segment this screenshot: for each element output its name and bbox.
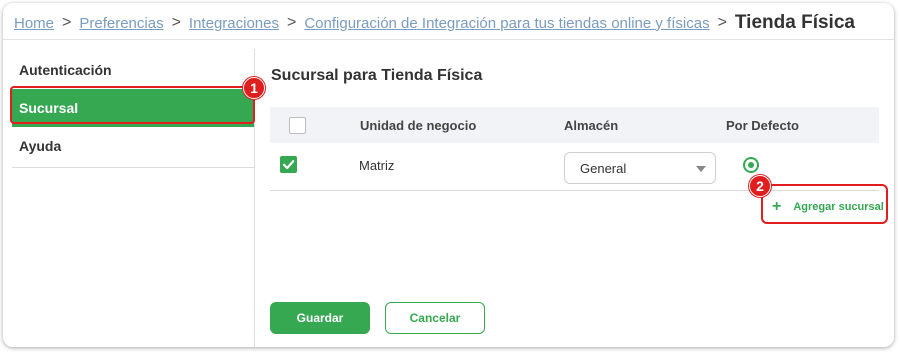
row-checkbox[interactable]: [280, 156, 297, 173]
breadcrumb-separator-icon: >: [62, 14, 72, 31]
sidebar-item-autenticacion[interactable]: Autenticación: [12, 51, 255, 89]
column-header-por-defecto: Por Defecto: [726, 117, 799, 133]
sidebar-item-ayuda[interactable]: Ayuda: [12, 127, 255, 165]
breadcrumb-configuracion[interactable]: Configuración de Integración para tus ti…: [304, 15, 709, 32]
breadcrumb-home[interactable]: Home: [14, 15, 54, 32]
sidebar-item-label: Ayuda: [19, 138, 62, 154]
save-button[interactable]: Guardar: [270, 302, 370, 334]
sidebar-divider: [12, 167, 255, 168]
step-badge-1: 1: [243, 77, 265, 99]
highlight-box-add-branch: [761, 184, 888, 224]
business-unit-cell: Matriz: [359, 158, 395, 173]
cancel-button[interactable]: Cancelar: [385, 302, 485, 334]
breadcrumb-integraciones[interactable]: Integraciones: [189, 15, 279, 32]
header-divider: [3, 39, 894, 40]
default-radio[interactable]: [743, 157, 759, 173]
page-card: Home > Preferencias > Integraciones > Co…: [3, 3, 894, 347]
step-badge-2: 2: [749, 175, 771, 197]
column-header-almacen: Almacén: [564, 117, 619, 133]
breadcrumb-separator-icon: >: [717, 14, 727, 31]
checkmark-icon: [282, 160, 295, 170]
select-all-checkbox[interactable]: [289, 117, 306, 134]
section-title: Sucursal para Tienda Física: [271, 67, 483, 84]
breadcrumb-preferencias[interactable]: Preferencias: [79, 15, 163, 32]
warehouse-select-value: General: [580, 161, 627, 176]
warehouse-select[interactable]: General: [564, 152, 716, 184]
breadcrumb: Home > Preferencias > Integraciones > Co…: [14, 10, 855, 36]
sidebar-item-label: Autenticación: [19, 62, 112, 78]
breadcrumb-separator-icon: >: [171, 14, 181, 31]
chevron-down-icon: [696, 166, 706, 172]
column-header-unidad: Unidad de negocio: [360, 117, 477, 133]
page-title: Tienda Física: [734, 12, 855, 33]
radio-dot-icon: [748, 162, 754, 168]
highlight-box-sucursal: [10, 86, 255, 124]
breadcrumb-separator-icon: >: [286, 14, 297, 31]
table-header: Unidad de negocio Almacén Por Defecto: [270, 107, 879, 143]
